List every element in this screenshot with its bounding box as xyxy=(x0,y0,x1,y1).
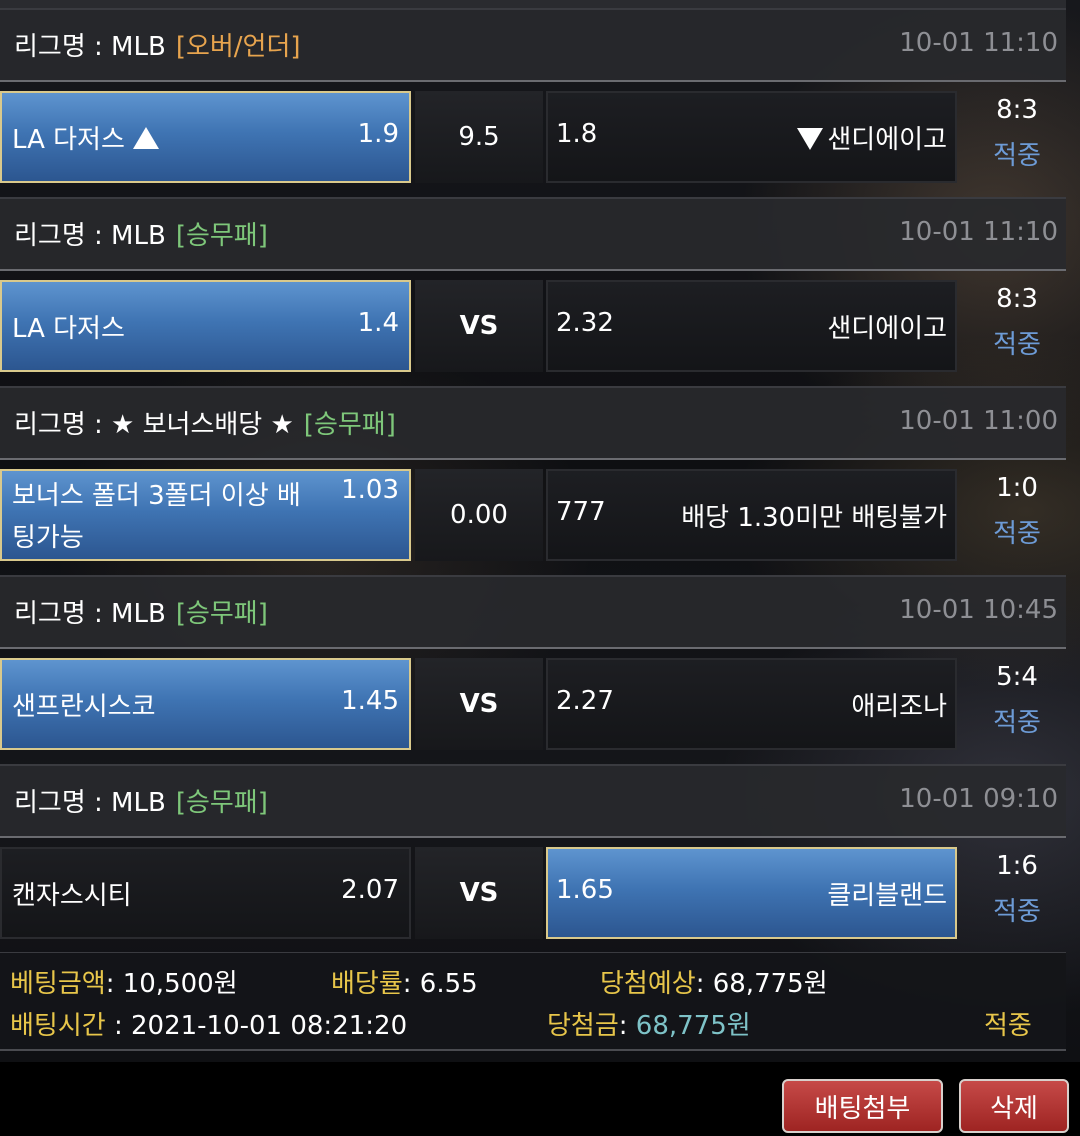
result-status: 적중 xyxy=(993,141,1041,171)
away-pick[interactable]: 1.8 샌디에이고 xyxy=(546,91,957,183)
home-odd: 1.4 xyxy=(357,308,399,338)
match-row: 캔자스시티 2.07 VS 1.65 클리블랜드 1:6 적중 xyxy=(0,847,1080,939)
delete-button[interactable]: 삭제 xyxy=(959,1079,1069,1133)
win-amount-value: 68,775원 xyxy=(635,1011,751,1041)
triangle-down-icon xyxy=(797,128,824,150)
home-team: 보너스 폴더 3폴더 이상 배팅가능 xyxy=(12,481,301,553)
match-result: 8:3 적중 xyxy=(962,91,1072,183)
bet-time-label: 배팅시간 xyxy=(10,1011,106,1041)
bet-type-tag: [승무패] xyxy=(303,410,396,440)
match-time: 10-01 11:00 xyxy=(899,406,1058,436)
league-header: 리그명 : MLB [오버/언더] 10-01 11:10 xyxy=(0,8,1066,82)
home-pick[interactable]: 캔자스시티 2.07 xyxy=(0,847,411,939)
home-pick[interactable]: LA 다저스 1.4 xyxy=(0,280,411,372)
away-team: 샌디에이고 xyxy=(827,125,947,155)
match-time: 10-01 10:45 xyxy=(899,595,1058,625)
odds-rate-label: 배당률 xyxy=(331,969,403,999)
score: 5:4 xyxy=(996,662,1038,692)
match-result: 1:0 적중 xyxy=(962,469,1072,561)
attach-bet-button[interactable]: 배팅첨부 xyxy=(782,1079,943,1133)
away-pick[interactable]: 1.65 클리블랜드 xyxy=(546,847,957,939)
away-team: 배당 1.30미만 배팅불가 xyxy=(681,503,947,533)
bet-type-tag: [승무패] xyxy=(175,788,268,818)
win-amount-label: 당첨금 xyxy=(547,1011,619,1041)
home-team: 캔자스시티 xyxy=(12,881,132,911)
bet-amount-value: 10,500원 xyxy=(122,969,238,999)
league-name: 리그명 : ★ 보너스배당 ★ xyxy=(14,410,294,440)
result-status: 적중 xyxy=(993,519,1041,549)
home-pick[interactable]: 샌프란시스코 1.45 xyxy=(0,658,411,750)
home-pick[interactable]: 보너스 폴더 3폴더 이상 배팅가능 1.03 xyxy=(0,469,411,561)
home-odd: 1.9 xyxy=(357,119,399,149)
result-status: 적중 xyxy=(993,897,1041,927)
match-time: 10-01 11:10 xyxy=(899,28,1058,58)
league-header: 리그명 : MLB [승무패] 10-01 09:10 xyxy=(0,764,1066,838)
vs-label: VS xyxy=(415,658,543,750)
vs-label: VS xyxy=(415,280,543,372)
score: 8:3 xyxy=(996,95,1038,125)
away-odd: 1.8 xyxy=(556,119,598,149)
home-pick[interactable]: LA 다저스 1.9 xyxy=(0,91,411,183)
away-odd: 2.32 xyxy=(556,308,614,338)
match-result: 1:6 적중 xyxy=(962,847,1072,939)
home-team: LA 다저스 xyxy=(12,314,125,344)
score: 1:0 xyxy=(996,473,1038,503)
home-team: 샌프란시스코 xyxy=(12,692,156,722)
home-odd: 2.07 xyxy=(341,875,399,905)
expected-win-value: 68,775원 xyxy=(712,969,828,999)
league-name: 리그명 : MLB xyxy=(14,788,166,818)
match-row: LA 다저스 1.4 VS 2.32 샌디에이고 8:3 적중 xyxy=(0,280,1080,372)
league-header: 리그명 : ★ 보너스배당 ★ [승무패] 10-01 11:00 xyxy=(0,386,1066,460)
odds-rate-value: 6.55 xyxy=(419,969,478,999)
handicap-value: 9.5 xyxy=(415,91,543,183)
match-result: 5:4 적중 xyxy=(962,658,1072,750)
match-result: 8:3 적중 xyxy=(962,280,1072,372)
home-odd: 1.45 xyxy=(341,686,399,716)
away-odd: 1.65 xyxy=(556,875,614,905)
away-team: 애리조나 xyxy=(851,692,947,722)
vs-label: VS xyxy=(415,847,543,939)
bet-type-tag: [오버/언더] xyxy=(175,32,301,62)
expected-win-label: 당첨예상 xyxy=(600,969,696,999)
bet-time-value: 2021-10-01 08:21:20 xyxy=(130,1011,408,1041)
league-name: 리그명 : MLB xyxy=(14,32,166,62)
bet-type-tag: [승무패] xyxy=(175,221,268,251)
away-team: 클리블랜드 xyxy=(827,881,947,911)
score: 8:3 xyxy=(996,284,1038,314)
home-team: LA 다저스 xyxy=(12,125,125,155)
away-pick[interactable]: 2.32 샌디에이고 xyxy=(546,280,957,372)
match-row: 보너스 폴더 3폴더 이상 배팅가능 1.03 0.00 777 배당 1.30… xyxy=(0,469,1080,561)
result-status: 적중 xyxy=(993,708,1041,738)
away-team: 샌디에이고 xyxy=(827,314,947,344)
triangle-up-icon xyxy=(132,127,159,149)
away-odd: 777 xyxy=(556,497,606,527)
away-odd: 2.27 xyxy=(556,686,614,716)
result-status: 적중 xyxy=(993,330,1041,360)
match-row: 샌프란시스코 1.45 VS 2.27 애리조나 5:4 적중 xyxy=(0,658,1080,750)
league-header: 리그명 : MLB [승무패] 10-01 11:10 xyxy=(0,197,1066,271)
away-pick[interactable]: 2.27 애리조나 xyxy=(546,658,957,750)
league-name: 리그명 : MLB xyxy=(14,599,166,629)
bet-amount-label: 베팅금액 xyxy=(10,969,106,999)
handicap-value: 0.00 xyxy=(415,469,543,561)
league-header: 리그명 : MLB [승무패] 10-01 10:45 xyxy=(0,575,1066,649)
match-time: 10-01 11:10 xyxy=(899,217,1058,247)
bet-summary: 베팅금액: 10,500원 배당률: 6.55 당첨예상: 68,775원 배팅… xyxy=(0,952,1066,1051)
match-row: LA 다저스 1.9 9.5 1.8 샌디에이고 8:3 적중 xyxy=(0,91,1080,183)
match-time: 10-01 09:10 xyxy=(899,784,1058,814)
league-name: 리그명 : MLB xyxy=(14,221,166,251)
home-odd: 1.03 xyxy=(341,475,399,505)
footer-actions: 배팅첨부 삭제 xyxy=(0,1062,1080,1136)
overall-result: 적중 xyxy=(984,1011,1032,1041)
away-pick[interactable]: 777 배당 1.30미만 배팅불가 xyxy=(546,469,957,561)
score: 1:6 xyxy=(996,851,1038,881)
bet-type-tag: [승무패] xyxy=(175,599,268,629)
